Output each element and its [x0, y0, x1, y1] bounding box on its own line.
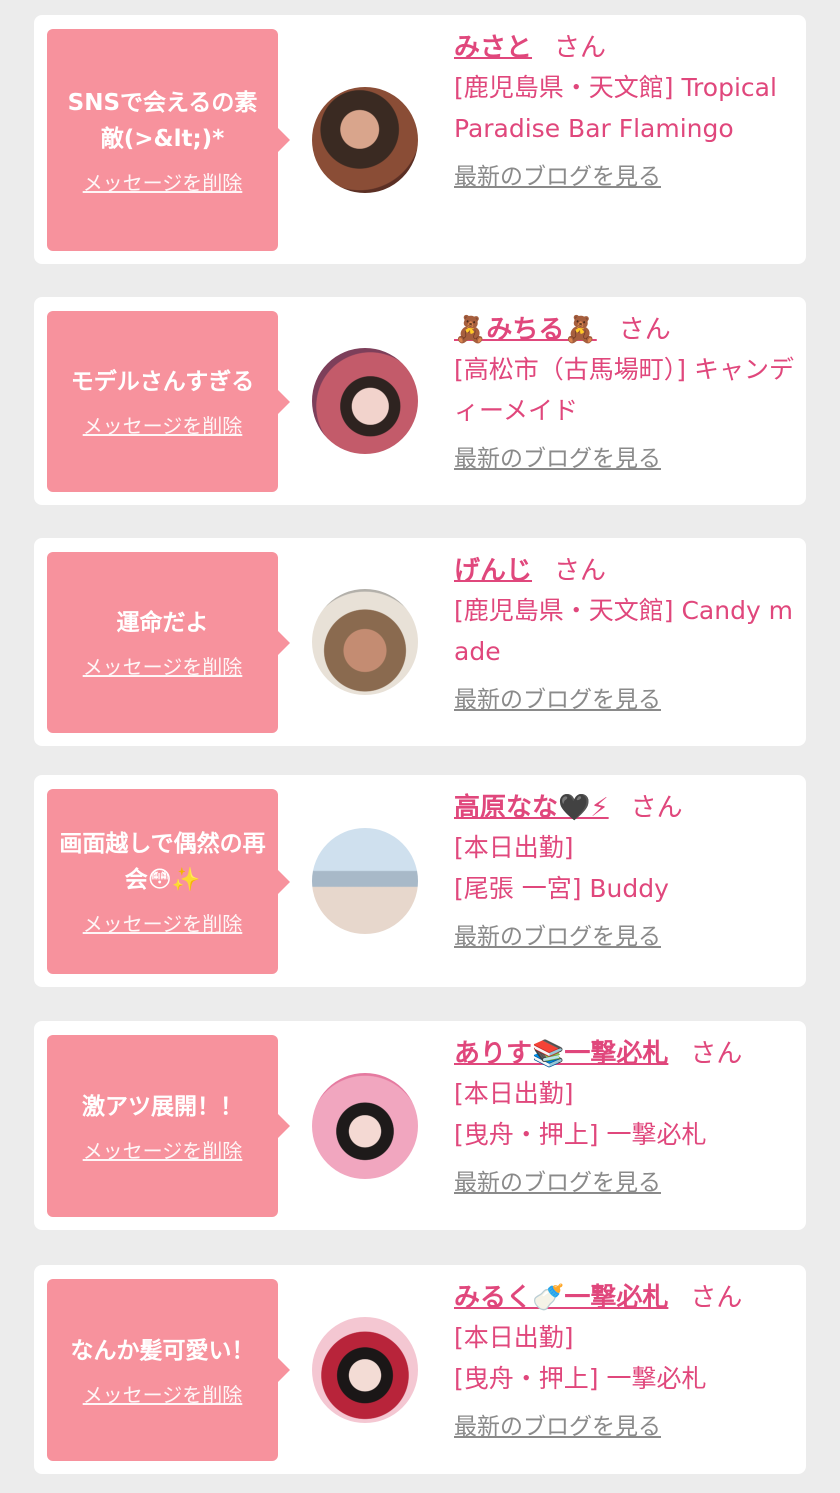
- message-card: 激アツ展開！！ メッセージを削除 ありす📚一撃必札 さん [本日出勤] [曳舟・押上] 一…: [34, 1021, 806, 1230]
- name-line: げんじ さん: [454, 552, 794, 590]
- shop-text: [鹿児島県・天文館] Candy made: [454, 596, 794, 666]
- message-bubble: モデルさんすぎる メッセージを削除: [47, 311, 290, 492]
- cast-name-link[interactable]: みるく🍼一撃必札: [454, 1283, 668, 1313]
- delete-message-link[interactable]: メッセージを削除: [83, 410, 243, 439]
- delete-message-link[interactable]: メッセージを削除: [83, 1379, 243, 1408]
- shop-text: [尾張 一宮] Buddy: [454, 874, 669, 903]
- shop-text: [高松市（古馬場町）] キャンディーメイド: [454, 355, 794, 425]
- name-line: みるく🍼一撃必札 さん: [454, 1279, 794, 1317]
- shop-text: [曳舟・押上] 一撃必札: [454, 1120, 707, 1149]
- latest-blog-link[interactable]: 最新のブログを見る: [454, 1407, 661, 1441]
- message-bubble: 激アツ展開！！ メッセージを削除: [47, 1035, 290, 1217]
- message-text: なんか髪可愛い！: [70, 1337, 255, 1364]
- avatar[interactable]: [312, 828, 418, 934]
- message-card: SNSで会えるの素敵(>&lt;)* メッセージを削除 みさと さん [鹿児島県・天文館…: [34, 15, 806, 264]
- cast-name-link[interactable]: 高原なな🖤⚡: [454, 793, 609, 823]
- message-text: SNSで会えるの素敵(>&lt;)*: [67, 89, 258, 152]
- latest-blog-link[interactable]: 最新のブログを見る: [454, 439, 661, 473]
- message-bubble: 運命だよメッセージを削除: [47, 552, 290, 733]
- cast-name-link[interactable]: ありす📚一撃必札: [454, 1039, 668, 1069]
- cast-info: みるく🍼一撃必札 さん [本日出勤] [曳舟・押上] 一撃必札最新のブログを見る: [454, 1279, 794, 1441]
- cast-info: みさと さん [鹿児島県・天文館] Tropical Paradise Bar Fl…: [454, 29, 794, 191]
- name-line: ありす📚一撃必札 さん: [454, 1035, 794, 1073]
- cast-info: げんじ さん [鹿児島県・天文館] Candy made 最新のブログを見る: [454, 552, 794, 714]
- cast-info: 🧸みちる🧸 さん [高松市（古馬場町）] キャンディーメイド最新のブログを見る: [454, 311, 794, 473]
- shop-text: [鹿児島県・天文館] Tropical Paradise Bar Flaming…: [454, 73, 777, 143]
- name-line: みさと さん: [454, 29, 794, 67]
- name-line: 高原なな🖤⚡ さん: [454, 789, 794, 827]
- message-text: 運命だよ: [116, 610, 209, 636]
- cast-info: 高原なな🖤⚡ さん [本日出勤] [尾張 一宮] Buddy 最新のブログを見る: [454, 789, 794, 951]
- latest-blog-link[interactable]: 最新のブログを見る: [454, 1163, 661, 1197]
- honorific: さん: [630, 793, 683, 823]
- cast-name-link[interactable]: みさと: [454, 33, 532, 63]
- message-bubble: 画面越しで偶然の再会😳✨ メッセージを削除: [47, 789, 290, 974]
- delete-message-link[interactable]: メッセージを削除: [83, 1135, 243, 1164]
- cast-name-link[interactable]: げんじ: [454, 556, 532, 586]
- avatar[interactable]: [312, 348, 418, 454]
- honorific: さん: [618, 315, 671, 345]
- avatar[interactable]: [312, 87, 418, 193]
- latest-blog-link[interactable]: 最新のブログを見る: [454, 917, 661, 951]
- latest-blog-link[interactable]: 最新のブログを見る: [454, 157, 661, 191]
- honorific: さん: [690, 1039, 743, 1069]
- latest-blog-link[interactable]: 最新のブログを見る: [454, 680, 661, 714]
- avatar[interactable]: [312, 1073, 418, 1179]
- status-text: [本日出勤]: [454, 1323, 574, 1352]
- delete-message-link[interactable]: メッセージを削除: [83, 167, 243, 196]
- honorific: さん: [554, 556, 607, 586]
- delete-message-link[interactable]: メッセージを削除: [83, 651, 243, 680]
- message-card: 画面越しで偶然の再会😳✨ メッセージを削除 高原なな🖤⚡ さん [本日出勤] [尾張 一宮…: [34, 775, 806, 987]
- status-text: [本日出勤]: [454, 833, 574, 862]
- honorific: さん: [554, 33, 607, 63]
- message-bubble: SNSで会えるの素敵(>&lt;)* メッセージを削除: [47, 29, 290, 251]
- message-card: なんか髪可愛い！ メッセージを削除 みるく🍼一撃必札 さん [本日出勤] [曳舟・押上] …: [34, 1265, 806, 1474]
- avatar[interactable]: [312, 1317, 418, 1423]
- avatar[interactable]: [312, 589, 418, 695]
- status-text: [本日出勤]: [454, 1079, 574, 1108]
- delete-message-link[interactable]: メッセージを削除: [83, 908, 243, 937]
- name-line: 🧸みちる🧸 さん: [454, 311, 794, 349]
- shop-text: [曳舟・押上] 一撃必札: [454, 1364, 707, 1393]
- cast-info: ありす📚一撃必札 さん [本日出勤] [曳舟・押上] 一撃必札最新のブログを見る: [454, 1035, 794, 1197]
- honorific: さん: [690, 1283, 743, 1313]
- message-card: モデルさんすぎる メッセージを削除 🧸みちる🧸 さん [高松市（古馬場町）] キャンディ…: [34, 297, 806, 505]
- message-text: 画面越しで偶然の再会😳✨: [59, 831, 266, 893]
- message-card-list: SNSで会えるの素敵(>&lt;)* メッセージを削除 みさと さん [鹿児島県・天文館…: [0, 0, 840, 1493]
- message-text: 激アツ展開！！: [82, 1093, 243, 1120]
- message-bubble: なんか髪可愛い！ メッセージを削除: [47, 1279, 290, 1461]
- cast-name-link[interactable]: 🧸みちる🧸: [454, 315, 597, 345]
- message-text: モデルさんすぎる: [70, 369, 255, 395]
- message-card: 運命だよメッセージを削除 げんじ さん [鹿児島県・天文館] Candy made 最新…: [34, 538, 806, 746]
